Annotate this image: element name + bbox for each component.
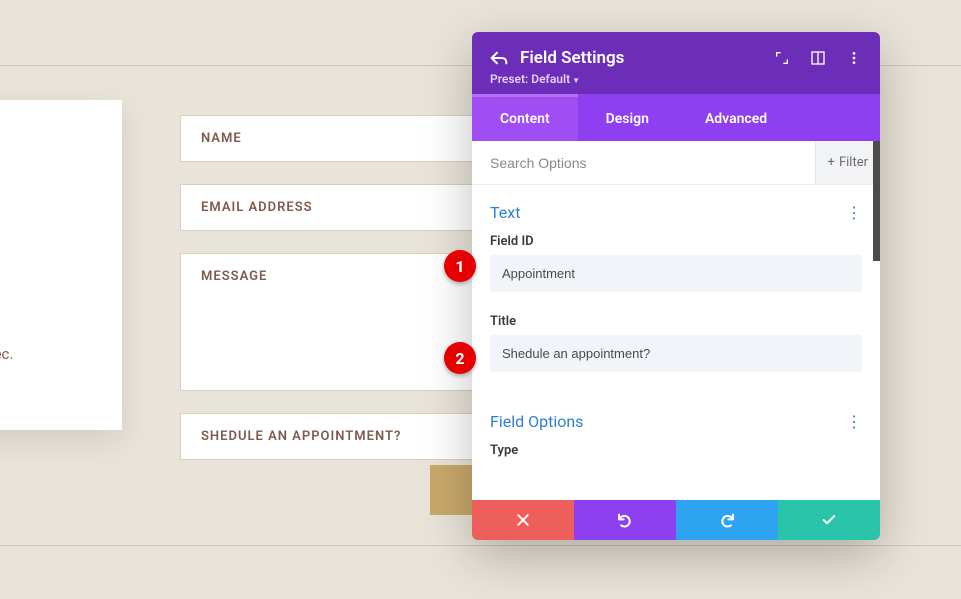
tab-design[interactable]: Design — [578, 94, 677, 141]
section-text-more-icon[interactable]: ⋮ — [846, 203, 862, 222]
field-id-input[interactable] — [490, 255, 862, 292]
section-options-title: Field Options — [490, 412, 583, 431]
more-icon[interactable] — [846, 50, 862, 66]
modal-header: Field Settings Preset: Default▼ — [472, 32, 880, 94]
scrollbar[interactable] — [873, 141, 880, 261]
chevron-down-icon: ▼ — [572, 76, 580, 85]
section-options-more-icon[interactable]: ⋮ — [846, 412, 862, 431]
tab-content[interactable]: Content — [472, 94, 578, 141]
undo-button[interactable] — [574, 500, 676, 540]
undo-icon — [617, 512, 633, 528]
redo-button[interactable] — [676, 500, 778, 540]
title-input[interactable] — [490, 335, 862, 372]
check-icon — [821, 512, 837, 528]
filter-button[interactable]: + Filter — [815, 141, 880, 184]
preset-selector[interactable]: Preset: Default▼ — [490, 72, 862, 86]
layout-icon[interactable] — [810, 50, 826, 66]
divider-bottom — [0, 545, 961, 546]
lorem-text: asse nec. leo. — [0, 340, 170, 397]
section-text-title: Text — [490, 203, 520, 222]
modal-title: Field Settings — [520, 48, 762, 68]
field-settings-modal: Field Settings Preset: Default▼ Content … — [472, 32, 880, 540]
expand-icon[interactable] — [774, 50, 790, 66]
field-id-label: Field ID — [490, 234, 862, 249]
close-icon — [515, 512, 531, 528]
redo-icon — [719, 512, 735, 528]
type-label: Type — [490, 443, 862, 458]
search-input[interactable] — [490, 155, 815, 171]
modal-tabs: Content Design Advanced — [472, 94, 880, 141]
modal-footer — [472, 500, 880, 540]
title-label: Title — [490, 314, 862, 329]
annotation-marker-2: 2 — [444, 342, 476, 374]
tab-advanced[interactable]: Advanced — [677, 94, 795, 141]
cancel-button[interactable] — [472, 500, 574, 540]
save-button[interactable] — [778, 500, 880, 540]
plus-icon: + — [828, 155, 835, 170]
modal-body: + Filter Text ⋮ Field ID Title Field Opt… — [472, 141, 880, 509]
annotation-marker-1: 1 — [444, 250, 476, 282]
back-icon[interactable] — [490, 50, 508, 66]
